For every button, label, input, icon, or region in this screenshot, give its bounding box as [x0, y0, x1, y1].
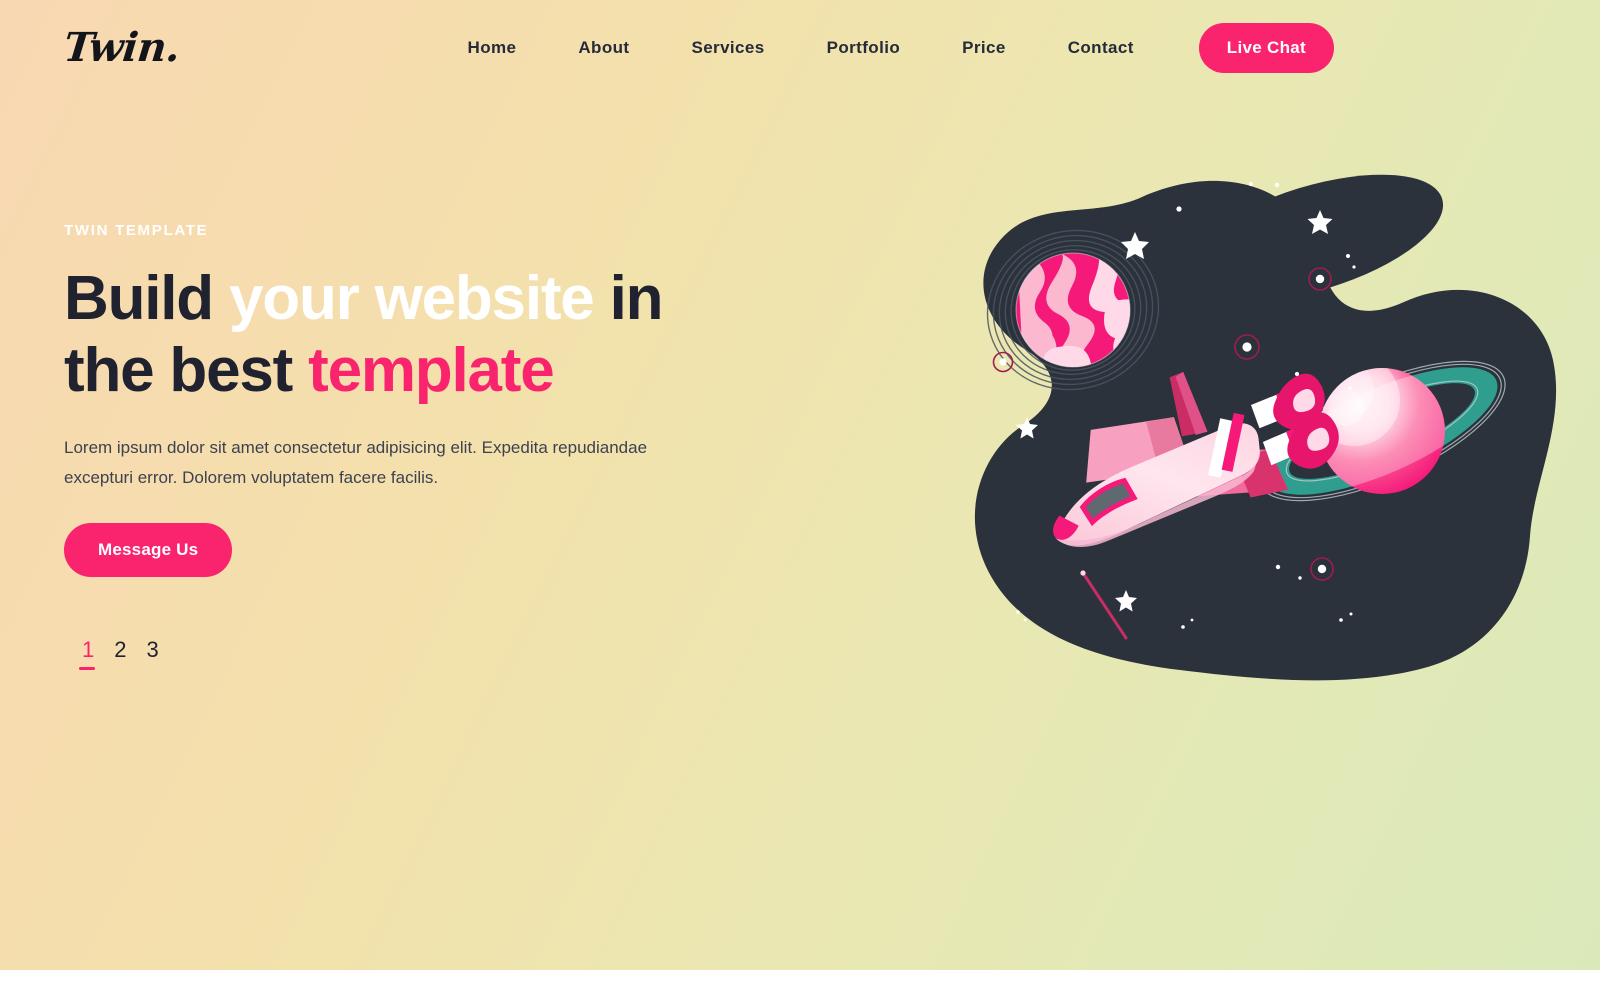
nav-item-portfolio[interactable]: Portfolio	[796, 28, 931, 68]
nav-item-price[interactable]: Price	[931, 28, 1037, 68]
hero-section: Twin. Home About Services Portfolio Pric…	[0, 0, 1600, 970]
page-title: Build your website in the best template	[64, 263, 724, 407]
space-scene-svg	[974, 174, 1557, 681]
nav-item-services[interactable]: Services	[660, 28, 795, 68]
nav-right-group: Home About Services Portfolio Price Cont…	[437, 23, 1334, 73]
pagination-item-1[interactable]: 1	[77, 639, 99, 671]
navbar: Twin. Home About Services Portfolio Pric…	[0, 0, 1600, 96]
headline-part-5: template	[308, 335, 555, 405]
nav-item-about[interactable]: About	[547, 28, 660, 68]
pagination-item-2[interactable]: 2	[109, 639, 131, 670]
headline-part-2: your website	[229, 264, 595, 333]
headline-part-4: the best	[64, 335, 309, 405]
hero-paragraph: Lorem ipsum dolor sit amet consectetur a…	[64, 437, 648, 488]
headline-part-1: Build	[64, 264, 229, 333]
nav-links: Home About Services Portfolio Price Cont…	[437, 28, 1165, 68]
live-chat-button[interactable]: Live Chat	[1198, 23, 1334, 73]
pagination-item-3[interactable]: 3	[142, 639, 164, 670]
nav-item-contact[interactable]: Contact	[1037, 28, 1165, 68]
brand-logo[interactable]: Twin.	[62, 24, 182, 71]
hero-eyebrow: TWIN TEMPLATE	[64, 222, 209, 239]
hero-copy: TWIN TEMPLATE Build your website in the …	[64, 222, 724, 671]
page-bottom-strip	[0, 970, 1600, 1000]
space-illustration	[930, 150, 1570, 710]
slider-pagination: 1 2 3	[77, 639, 724, 671]
message-us-button[interactable]: Message Us	[64, 523, 233, 578]
nav-item-home[interactable]: Home	[437, 28, 548, 68]
headline-part-3: in	[593, 264, 664, 333]
